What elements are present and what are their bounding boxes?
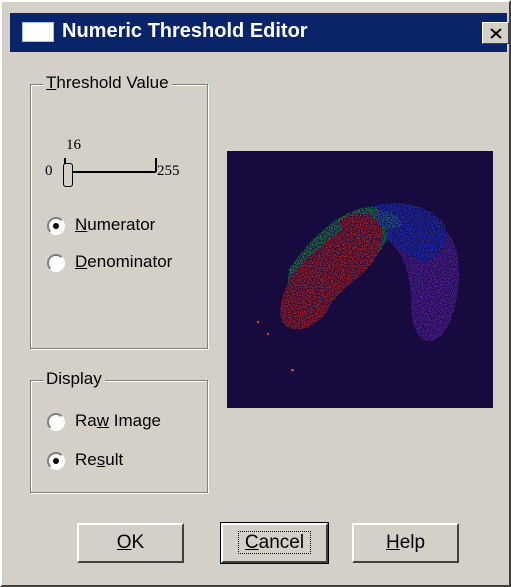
cancel-button[interactable]: Cancel (220, 522, 329, 564)
raw-image-radio-button[interactable] (47, 413, 65, 431)
close-icon (490, 28, 502, 39)
numerator-label: Numerator (75, 215, 156, 234)
ok-button[interactable]: OK (77, 523, 184, 563)
window-icon (22, 22, 54, 42)
threshold-value-legend: Threshold Value (43, 73, 172, 93)
result-label: Result (75, 450, 124, 469)
slider-min-label: 0 (45, 163, 53, 179)
dialog-window: Numeric Threshold Editor Threshold Value… (0, 0, 511, 587)
slider-thumb[interactable] (63, 163, 73, 187)
close-button[interactable] (482, 22, 509, 44)
slider-value-label: 16 (66, 137, 81, 153)
slider-max-label: 255 (157, 163, 180, 179)
display-group: Display Raw Image Result (30, 369, 208, 493)
title-bar[interactable]: Numeric Threshold Editor (10, 13, 509, 52)
window-title: Numeric Threshold Editor (62, 20, 308, 42)
help-button[interactable]: Help (352, 523, 459, 563)
denominator-label: Denominator (75, 252, 173, 271)
slider-tick-max (155, 158, 157, 172)
raw-image-label: Raw Image (75, 411, 161, 430)
threshold-value-group: Threshold Value 16 0 255 Numerator Denom… (30, 73, 208, 349)
denominator-radio-button[interactable] (47, 254, 65, 272)
display-legend: Display (43, 369, 105, 389)
result-image-canvas (257, 203, 459, 371)
slider-track[interactable] (64, 171, 156, 173)
numerator-radio-button[interactable] (47, 217, 65, 235)
threshold-result-image (227, 151, 493, 408)
result-radio-button[interactable] (47, 452, 65, 470)
